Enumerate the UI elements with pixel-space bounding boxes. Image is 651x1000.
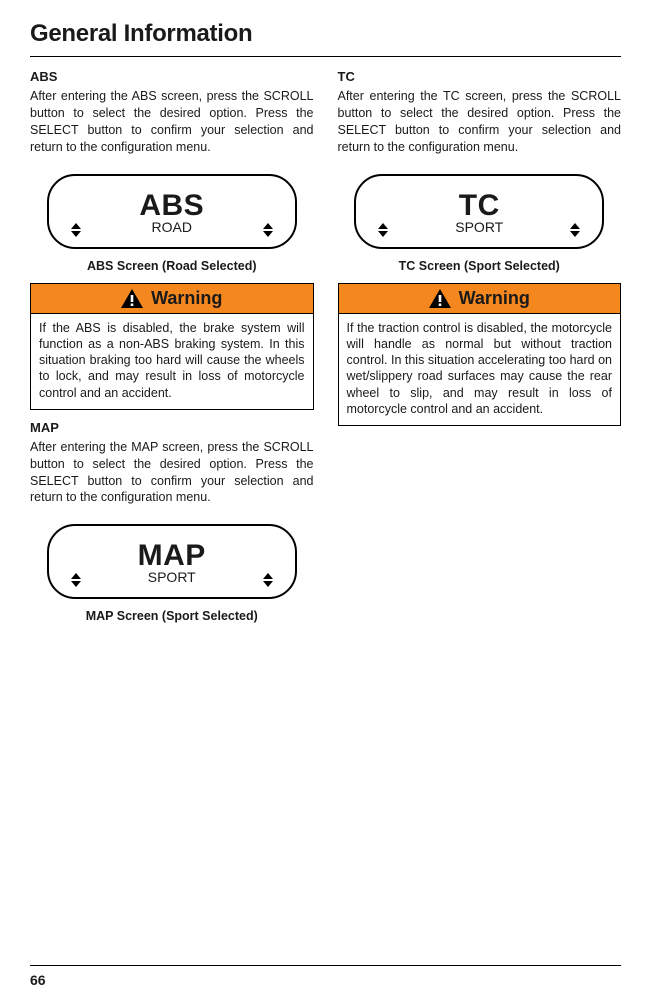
title-rule	[30, 56, 621, 57]
warning-label: Warning	[459, 288, 530, 309]
down-arrow-icon	[263, 231, 273, 237]
tc-paragraph: After entering the TC screen, press the …	[338, 88, 622, 156]
map-screen: MAP SPORT	[47, 524, 297, 599]
down-arrow-icon	[570, 231, 580, 237]
tc-screen-sub: SPORT	[455, 220, 503, 234]
warning-header: Warning	[339, 284, 621, 314]
page-number: 66	[30, 972, 46, 988]
scroll-arrows-right	[263, 223, 273, 237]
warning-header: Warning	[31, 284, 313, 314]
footer-rule	[30, 965, 621, 966]
tc-screen: TC SPORT	[354, 174, 604, 249]
abs-screen-sub: ROAD	[152, 220, 192, 234]
tc-warning-box: Warning If the traction control is disab…	[338, 283, 622, 427]
up-arrow-icon	[263, 573, 273, 579]
up-arrow-icon	[71, 573, 81, 579]
two-column-layout: ABS After entering the ABS screen, press…	[30, 69, 621, 633]
up-arrow-icon	[71, 223, 81, 229]
abs-paragraph: After entering the ABS screen, press the…	[30, 88, 314, 156]
down-arrow-icon	[263, 581, 273, 587]
map-caption: MAP Screen (Sport Selected)	[30, 609, 314, 623]
tc-heading: TC	[338, 69, 622, 84]
scroll-arrows-left	[71, 223, 81, 237]
tc-warning-text: If the traction control is disabled, the…	[339, 314, 621, 426]
down-arrow-icon	[71, 231, 81, 237]
tc-caption: TC Screen (Sport Selected)	[338, 259, 622, 273]
abs-warning-text: If the ABS is disabled, the brake system…	[31, 314, 313, 409]
down-arrow-icon	[71, 581, 81, 587]
up-arrow-icon	[570, 223, 580, 229]
up-arrow-icon	[378, 223, 388, 229]
left-column: ABS After entering the ABS screen, press…	[30, 69, 314, 633]
warning-icon	[121, 289, 143, 308]
warning-label: Warning	[151, 288, 222, 309]
map-paragraph: After entering the MAP screen, press the…	[30, 439, 314, 507]
abs-warning-box: Warning If the ABS is disabled, the brak…	[30, 283, 314, 410]
page-title: General Information	[30, 20, 621, 48]
up-arrow-icon	[263, 223, 273, 229]
warning-icon	[429, 289, 451, 308]
right-column: TC After entering the TC screen, press t…	[338, 69, 622, 633]
map-heading: MAP	[30, 420, 314, 435]
abs-heading: ABS	[30, 69, 314, 84]
abs-caption: ABS Screen (Road Selected)	[30, 259, 314, 273]
abs-screen: ABS ROAD	[47, 174, 297, 249]
down-arrow-icon	[378, 231, 388, 237]
scroll-arrows-left	[378, 223, 388, 237]
map-screen-sub: SPORT	[148, 570, 196, 584]
map-screen-title: MAP	[138, 541, 206, 571]
scroll-arrows-right	[263, 573, 273, 587]
tc-screen-title: TC	[459, 191, 500, 221]
scroll-arrows-left	[71, 573, 81, 587]
abs-screen-title: ABS	[139, 191, 204, 221]
scroll-arrows-right	[570, 223, 580, 237]
